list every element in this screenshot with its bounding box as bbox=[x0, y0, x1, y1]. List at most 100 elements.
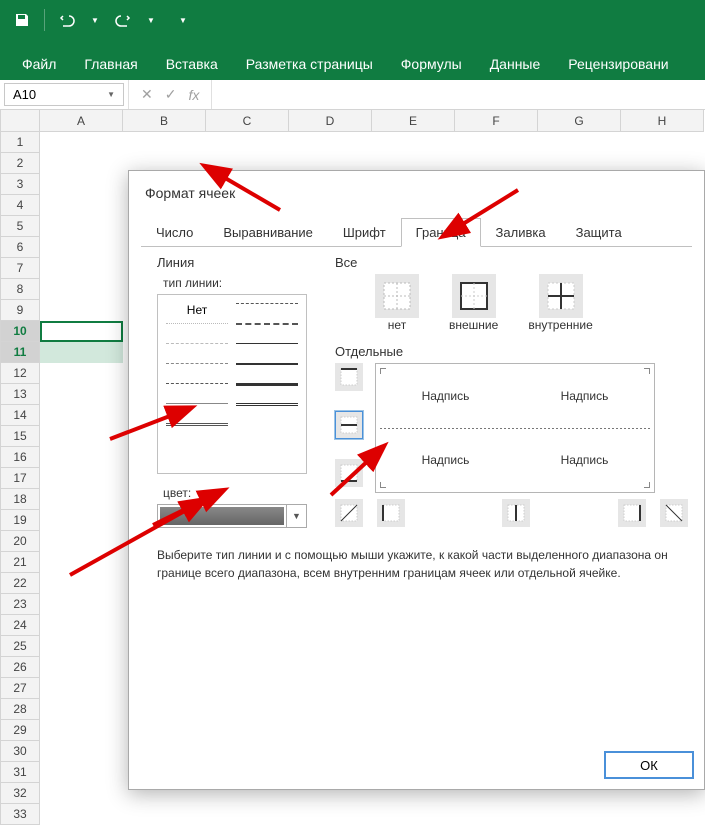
border-hmiddle-button[interactable] bbox=[335, 411, 363, 439]
col-header[interactable]: C bbox=[206, 110, 289, 132]
border-diag-down-button[interactable] bbox=[660, 499, 688, 527]
ok-button[interactable]: ОК bbox=[604, 751, 694, 779]
select-all-corner[interactable] bbox=[0, 110, 40, 132]
ribbon-tab-formulas[interactable]: Формулы bbox=[387, 48, 476, 80]
line-style-option[interactable] bbox=[166, 423, 228, 426]
ribbon-tab-data[interactable]: Данные bbox=[476, 48, 555, 80]
row-header[interactable]: 20 bbox=[0, 531, 40, 552]
row-header[interactable]: 12 bbox=[0, 363, 40, 384]
row-header[interactable]: 8 bbox=[0, 279, 40, 300]
row-header[interactable]: 28 bbox=[0, 699, 40, 720]
line-style-picker[interactable]: Нет bbox=[157, 294, 307, 474]
col-header[interactable]: B bbox=[123, 110, 206, 132]
col-header[interactable]: G bbox=[538, 110, 621, 132]
dialog-tab-protect[interactable]: Защита bbox=[561, 218, 637, 247]
row-header[interactable]: 26 bbox=[0, 657, 40, 678]
line-style-option[interactable] bbox=[236, 343, 298, 355]
col-header[interactable]: H bbox=[621, 110, 704, 132]
ribbon-tab-home[interactable]: Главная bbox=[70, 48, 151, 80]
row-header[interactable]: 19 bbox=[0, 510, 40, 531]
row-header[interactable]: 16 bbox=[0, 447, 40, 468]
line-style-option[interactable] bbox=[236, 303, 298, 315]
save-icon[interactable] bbox=[12, 10, 32, 30]
ribbon-tab-insert[interactable]: Вставка bbox=[152, 48, 232, 80]
preset-none-button[interactable] bbox=[375, 274, 419, 318]
line-style-none[interactable]: Нет bbox=[166, 303, 228, 315]
row-header[interactable]: 29 bbox=[0, 720, 40, 741]
row-header[interactable]: 1 bbox=[0, 132, 40, 153]
border-edge-buttons-left bbox=[335, 363, 363, 493]
row-header[interactable]: 14 bbox=[0, 405, 40, 426]
row-header[interactable]: 27 bbox=[0, 678, 40, 699]
name-box[interactable]: A10 ▼ bbox=[4, 83, 124, 106]
preset-inside-button[interactable] bbox=[539, 274, 583, 318]
line-style-option[interactable] bbox=[236, 403, 298, 409]
ribbon-tab-review[interactable]: Рецензировани bbox=[554, 48, 682, 80]
row-header[interactable]: 31 bbox=[0, 762, 40, 783]
row-header[interactable]: 21 bbox=[0, 552, 40, 573]
line-style-option[interactable] bbox=[166, 403, 228, 415]
row-header[interactable]: 15 bbox=[0, 426, 40, 447]
row-header[interactable]: 17 bbox=[0, 468, 40, 489]
ribbon-tab-layout[interactable]: Разметка страницы bbox=[232, 48, 387, 80]
dialog-tab-fill[interactable]: Заливка bbox=[481, 218, 561, 247]
row-header[interactable]: 6 bbox=[0, 237, 40, 258]
border-top-button[interactable] bbox=[335, 363, 363, 391]
row-header[interactable]: 9 bbox=[0, 300, 40, 321]
row-header[interactable]: 32 bbox=[0, 783, 40, 804]
line-style-option[interactable] bbox=[236, 383, 298, 395]
border-vmiddle-button[interactable] bbox=[502, 499, 530, 527]
line-style-option[interactable] bbox=[166, 363, 228, 375]
line-style-option[interactable] bbox=[166, 343, 228, 355]
ribbon-tab-file[interactable]: Файл bbox=[8, 48, 70, 80]
color-dropdown-icon[interactable]: ▼ bbox=[286, 505, 306, 527]
border-right-button[interactable] bbox=[618, 499, 646, 527]
active-cell[interactable] bbox=[40, 321, 123, 342]
color-picker[interactable]: ▼ bbox=[157, 504, 307, 528]
row-header[interactable]: 24 bbox=[0, 615, 40, 636]
row-header[interactable]: 23 bbox=[0, 594, 40, 615]
row-header[interactable]: 5 bbox=[0, 216, 40, 237]
border-bottom-button[interactable] bbox=[335, 459, 363, 487]
row-header[interactable]: 22 bbox=[0, 573, 40, 594]
border-left-button[interactable] bbox=[377, 499, 405, 527]
line-style-option[interactable] bbox=[236, 363, 298, 375]
row-header[interactable]: 33 bbox=[0, 804, 40, 825]
line-style-option[interactable] bbox=[236, 323, 298, 335]
line-style-option[interactable] bbox=[166, 383, 228, 395]
all-group-label: Все bbox=[335, 255, 688, 270]
row-header[interactable]: 13 bbox=[0, 384, 40, 405]
dialog-tab-number[interactable]: Число bbox=[141, 218, 208, 247]
undo-dropdown-icon[interactable]: ▼ bbox=[85, 10, 105, 30]
border-diag-up-button[interactable] bbox=[335, 499, 363, 527]
cancel-icon[interactable]: ✕ bbox=[141, 86, 153, 103]
col-header[interactable]: D bbox=[289, 110, 372, 132]
row-header[interactable]: 18 bbox=[0, 489, 40, 510]
redo-dropdown-icon[interactable]: ▼ bbox=[141, 10, 161, 30]
row-header[interactable]: 7 bbox=[0, 258, 40, 279]
dialog-tab-border[interactable]: Граница bbox=[401, 218, 481, 247]
row-header[interactable]: 3 bbox=[0, 174, 40, 195]
col-header[interactable]: F bbox=[455, 110, 538, 132]
dialog-tab-font[interactable]: Шрифт bbox=[328, 218, 401, 247]
row-header[interactable]: 11 bbox=[0, 342, 40, 363]
row-header[interactable]: 25 bbox=[0, 636, 40, 657]
selected-cell[interactable] bbox=[40, 342, 123, 363]
qat-more-icon[interactable]: ▼ bbox=[173, 10, 193, 30]
line-style-option[interactable] bbox=[166, 323, 228, 335]
border-preview[interactable]: Надпись Надпись Надпись Надпись bbox=[375, 363, 655, 493]
redo-icon[interactable] bbox=[113, 10, 133, 30]
confirm-icon[interactable]: ✓ bbox=[165, 86, 177, 103]
col-header[interactable]: A bbox=[40, 110, 123, 132]
row-header[interactable]: 2 bbox=[0, 153, 40, 174]
row-header[interactable]: 10 bbox=[0, 321, 40, 342]
row-header[interactable]: 4 bbox=[0, 195, 40, 216]
undo-icon[interactable] bbox=[57, 10, 77, 30]
col-header[interactable]: E bbox=[372, 110, 455, 132]
fx-icon[interactable]: fx bbox=[188, 87, 199, 103]
preset-outline-button[interactable] bbox=[452, 274, 496, 318]
row-header[interactable]: 30 bbox=[0, 741, 40, 762]
formula-input[interactable] bbox=[211, 80, 705, 109]
dialog-tab-align[interactable]: Выравнивание bbox=[208, 218, 327, 247]
name-box-dropdown-icon[interactable]: ▼ bbox=[107, 90, 115, 99]
